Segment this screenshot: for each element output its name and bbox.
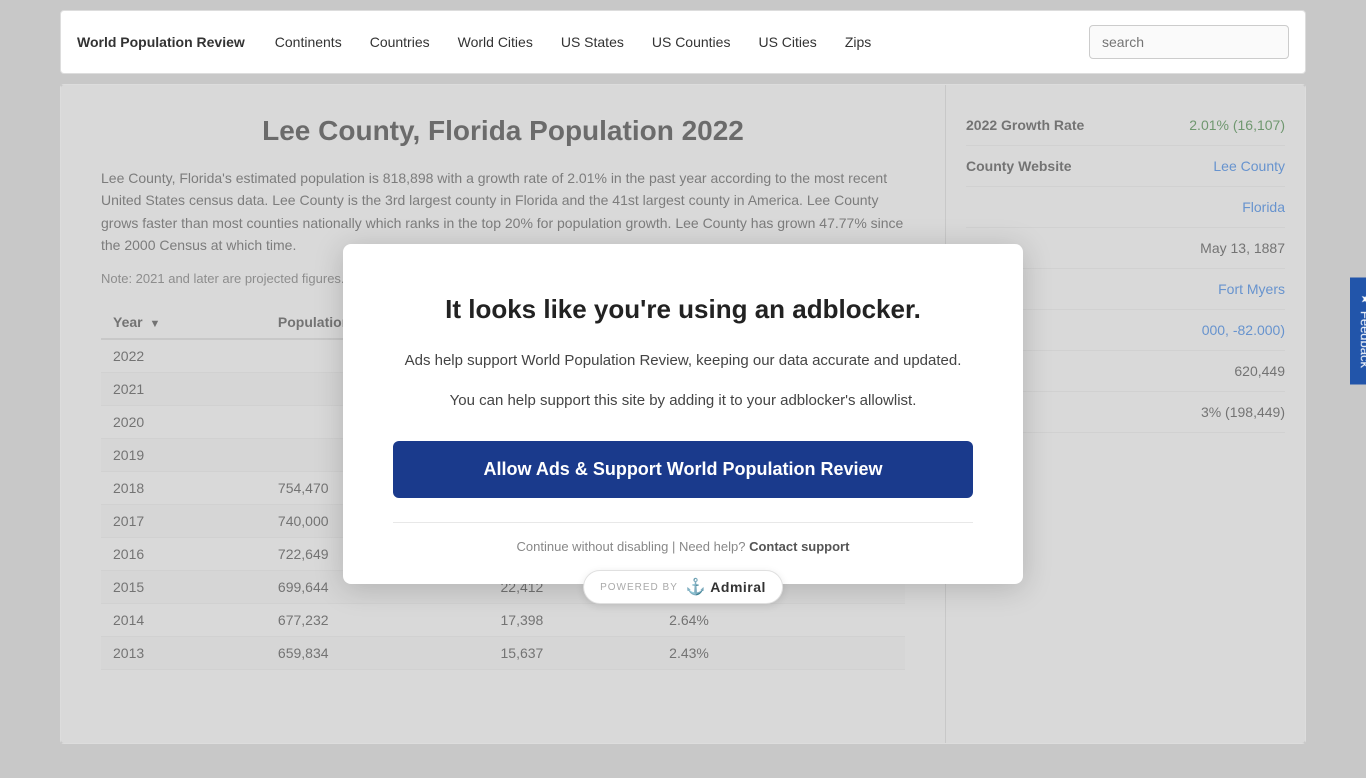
feedback-tab[interactable]: ★ Feedback <box>1350 277 1366 384</box>
powered-by-text: POWERED BY <box>600 582 678 593</box>
nav-link-world-cities[interactable]: World Cities <box>444 26 547 58</box>
nav-brand[interactable]: World Population Review <box>77 34 245 50</box>
nav-link-zips[interactable]: Zips <box>831 26 885 58</box>
admiral-flag-icon: ⚓ <box>686 577 706 597</box>
nav-links: Continents Countries World Cities US Sta… <box>261 26 1089 58</box>
nav-link-continents[interactable]: Continents <box>261 26 356 58</box>
modal-body1: Ads help support World Population Review… <box>393 349 973 373</box>
nav-link-us-counties[interactable]: US Counties <box>638 26 745 58</box>
main-content: Lee County, Florida Population 2022 Lee … <box>60 84 1306 744</box>
modal-title: It looks like you're using an adblocker. <box>393 294 973 325</box>
adblocker-modal: It looks like you're using an adblocker.… <box>343 244 1023 584</box>
feedback-label: Feedback <box>1359 311 1366 368</box>
nav-link-countries[interactable]: Countries <box>356 26 444 58</box>
continue-without-link[interactable]: Continue without disabling <box>517 539 669 554</box>
modal-body2: You can help support this site by adding… <box>393 389 973 413</box>
admiral-logo-text: Admiral <box>710 579 766 595</box>
navigation: World Population Review Continents Count… <box>60 10 1306 74</box>
admiral-badge: POWERED BY ⚓ Admiral <box>583 570 783 604</box>
contact-support-link[interactable]: Contact support <box>749 539 849 554</box>
footer-separator: | <box>672 539 679 554</box>
modal-overlay: It looks like you're using an adblocker.… <box>61 85 1305 743</box>
nav-link-us-cities[interactable]: US Cities <box>744 26 830 58</box>
search-container <box>1089 25 1289 59</box>
footer-help: Need help? <box>679 539 746 554</box>
search-input[interactable] <box>1089 25 1289 59</box>
nav-link-us-states[interactable]: US States <box>547 26 638 58</box>
feedback-star-icon: ★ <box>1358 293 1366 305</box>
allow-ads-button[interactable]: Allow Ads & Support World Population Rev… <box>393 441 973 498</box>
admiral-logo: ⚓ Admiral <box>686 577 766 597</box>
modal-footer: Continue without disabling | Need help? … <box>393 522 973 554</box>
